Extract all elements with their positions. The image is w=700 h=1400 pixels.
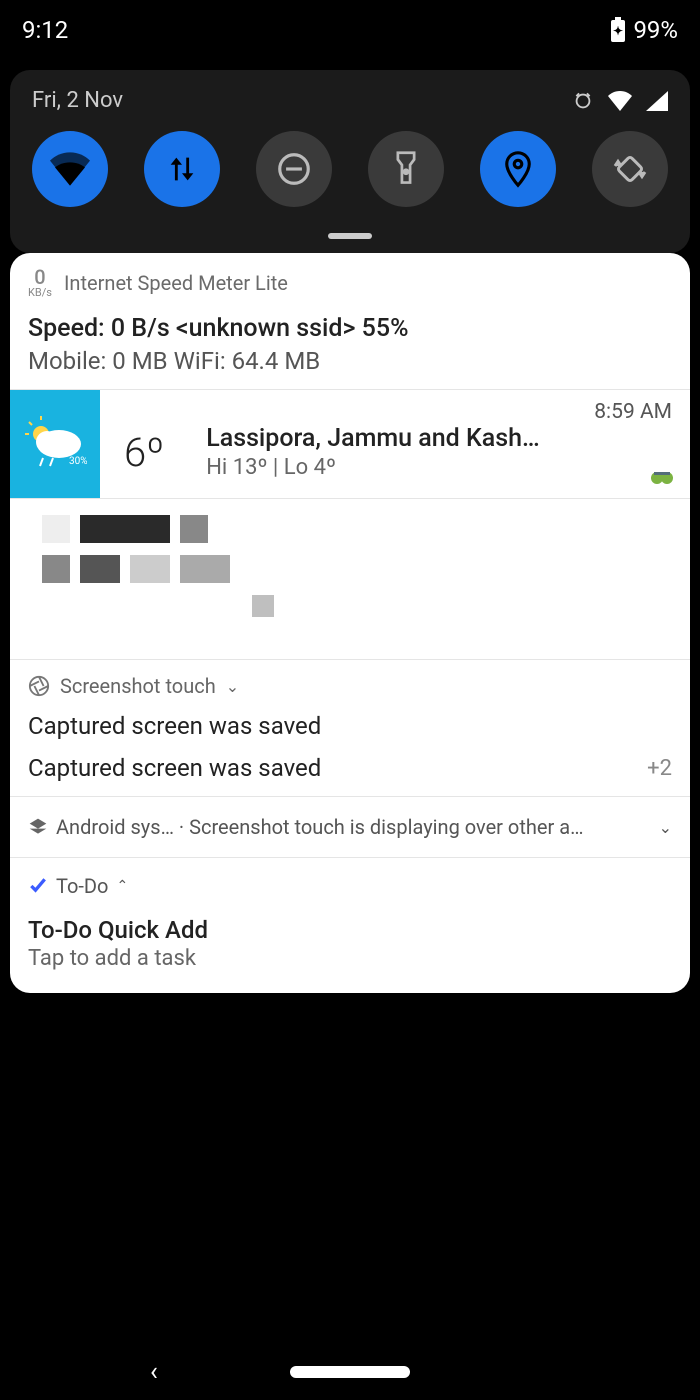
shade-date: Fri, 2 Nov (32, 88, 123, 113)
status-right: ✦ 99% (609, 16, 678, 44)
qs-location[interactable] (480, 131, 556, 207)
notification-list: 0 KB/s Internet Speed Meter Lite Speed: … (10, 253, 690, 993)
screenshot-line1: Captured screen was saved (28, 712, 672, 740)
notification-todo[interactable]: To-Do ⌃ To-Do Quick Add Tap to add a tas… (10, 858, 690, 993)
chevron-up-icon[interactable]: ⌃ (116, 878, 128, 894)
todo-header[interactable]: To-Do ⌃ (28, 874, 672, 898)
notification-ism[interactable]: 0 KB/s Internet Speed Meter Lite Speed: … (10, 253, 690, 390)
signal-status-icon (646, 91, 668, 111)
screenshot-app-name: Screenshot touch (60, 674, 216, 698)
screenshot-line2: Captured screen was saved +2 (28, 754, 672, 782)
ism-badge-icon: 0 KB/s (28, 267, 52, 298)
android-sys-text: Android sys… · Screenshot touch is displ… (56, 815, 651, 839)
qs-mobile-data[interactable] (144, 131, 220, 207)
ism-app-name: Internet Speed Meter Lite (64, 271, 288, 295)
shade-header: Fri, 2 Nov (28, 88, 672, 131)
screenshot-header[interactable]: Screenshot touch ⌄ (28, 674, 672, 698)
ism-line1: Speed: 0 B/s <unknown ssid> 55% (28, 314, 672, 343)
autorotate-icon (612, 151, 648, 187)
notification-android-system[interactable]: Android sys… · Screenshot touch is displ… (10, 797, 690, 858)
location-icon (503, 150, 533, 188)
nav-home-pill[interactable] (290, 1366, 410, 1378)
battery-icon: ✦ (609, 17, 627, 43)
clock: 9:12 (22, 16, 68, 44)
navigation-bar: ‹ (0, 1344, 700, 1400)
todo-title: To-Do Quick Add (28, 916, 672, 944)
qs-wifi[interactable] (32, 131, 108, 207)
shade-drag-handle[interactable] (328, 233, 372, 239)
weather-icon-box: 30% (10, 390, 100, 498)
weather-location: Lassipora, Jammu and Kash… (206, 424, 539, 453)
todo-subtitle: Tap to add a task (28, 946, 672, 971)
svg-text:✦: ✦ (613, 24, 623, 38)
wifi-status-icon (608, 91, 632, 111)
wifi-icon (50, 152, 90, 186)
shade-status-icons (572, 90, 668, 112)
screenshot-count: +2 (647, 756, 672, 781)
notification-screenshot[interactable]: Screenshot touch ⌄ Captured screen was s… (10, 660, 690, 797)
status-bar: 9:12 ✦ 99% (0, 0, 700, 60)
battery-percent: 99% (633, 16, 678, 44)
svg-text:30%: 30% (69, 456, 87, 467)
data-arrows-icon (165, 152, 199, 186)
qs-dnd[interactable] (256, 131, 332, 207)
nav-back-button[interactable]: ‹ (150, 1357, 158, 1387)
qs-flashlight[interactable] (368, 131, 444, 207)
todo-check-icon (28, 876, 48, 896)
notification-shade: Fri, 2 Nov (10, 70, 690, 253)
weather-time: 8:59 AM (594, 400, 672, 424)
aperture-icon (28, 675, 50, 697)
weather-app-icon (650, 468, 674, 488)
ism-line2: Mobile: 0 MB WiFi: 64.4 MB (28, 347, 672, 375)
weather-location-block: Lassipora, Jammu and Kash… Hi 13º | Lo 4… (206, 424, 539, 480)
notification-redacted[interactable] (10, 499, 690, 660)
weather-cloud-icon: 30% (23, 416, 87, 472)
dnd-icon (275, 150, 313, 188)
weather-temp: 6º (124, 429, 164, 476)
quick-settings-row (28, 131, 672, 223)
notification-weather[interactable]: 30% 8:59 AM 6º Lassipora, Jammu and Kash… (10, 390, 690, 499)
weather-hilo: Hi 13º | Lo 4º (206, 455, 539, 480)
ism-header: 0 KB/s Internet Speed Meter Lite (28, 267, 672, 298)
chevron-down-icon[interactable]: ⌄ (226, 677, 239, 696)
alarm-icon (572, 90, 594, 112)
chevron-down-icon[interactable]: ⌄ (659, 818, 672, 837)
todo-app-name: To-Do (56, 874, 108, 898)
qs-autorotate[interactable] (592, 131, 668, 207)
weather-body: 8:59 AM 6º Lassipora, Jammu and Kash… Hi… (100, 390, 690, 498)
flashlight-icon (392, 150, 420, 188)
layers-icon (28, 817, 48, 837)
